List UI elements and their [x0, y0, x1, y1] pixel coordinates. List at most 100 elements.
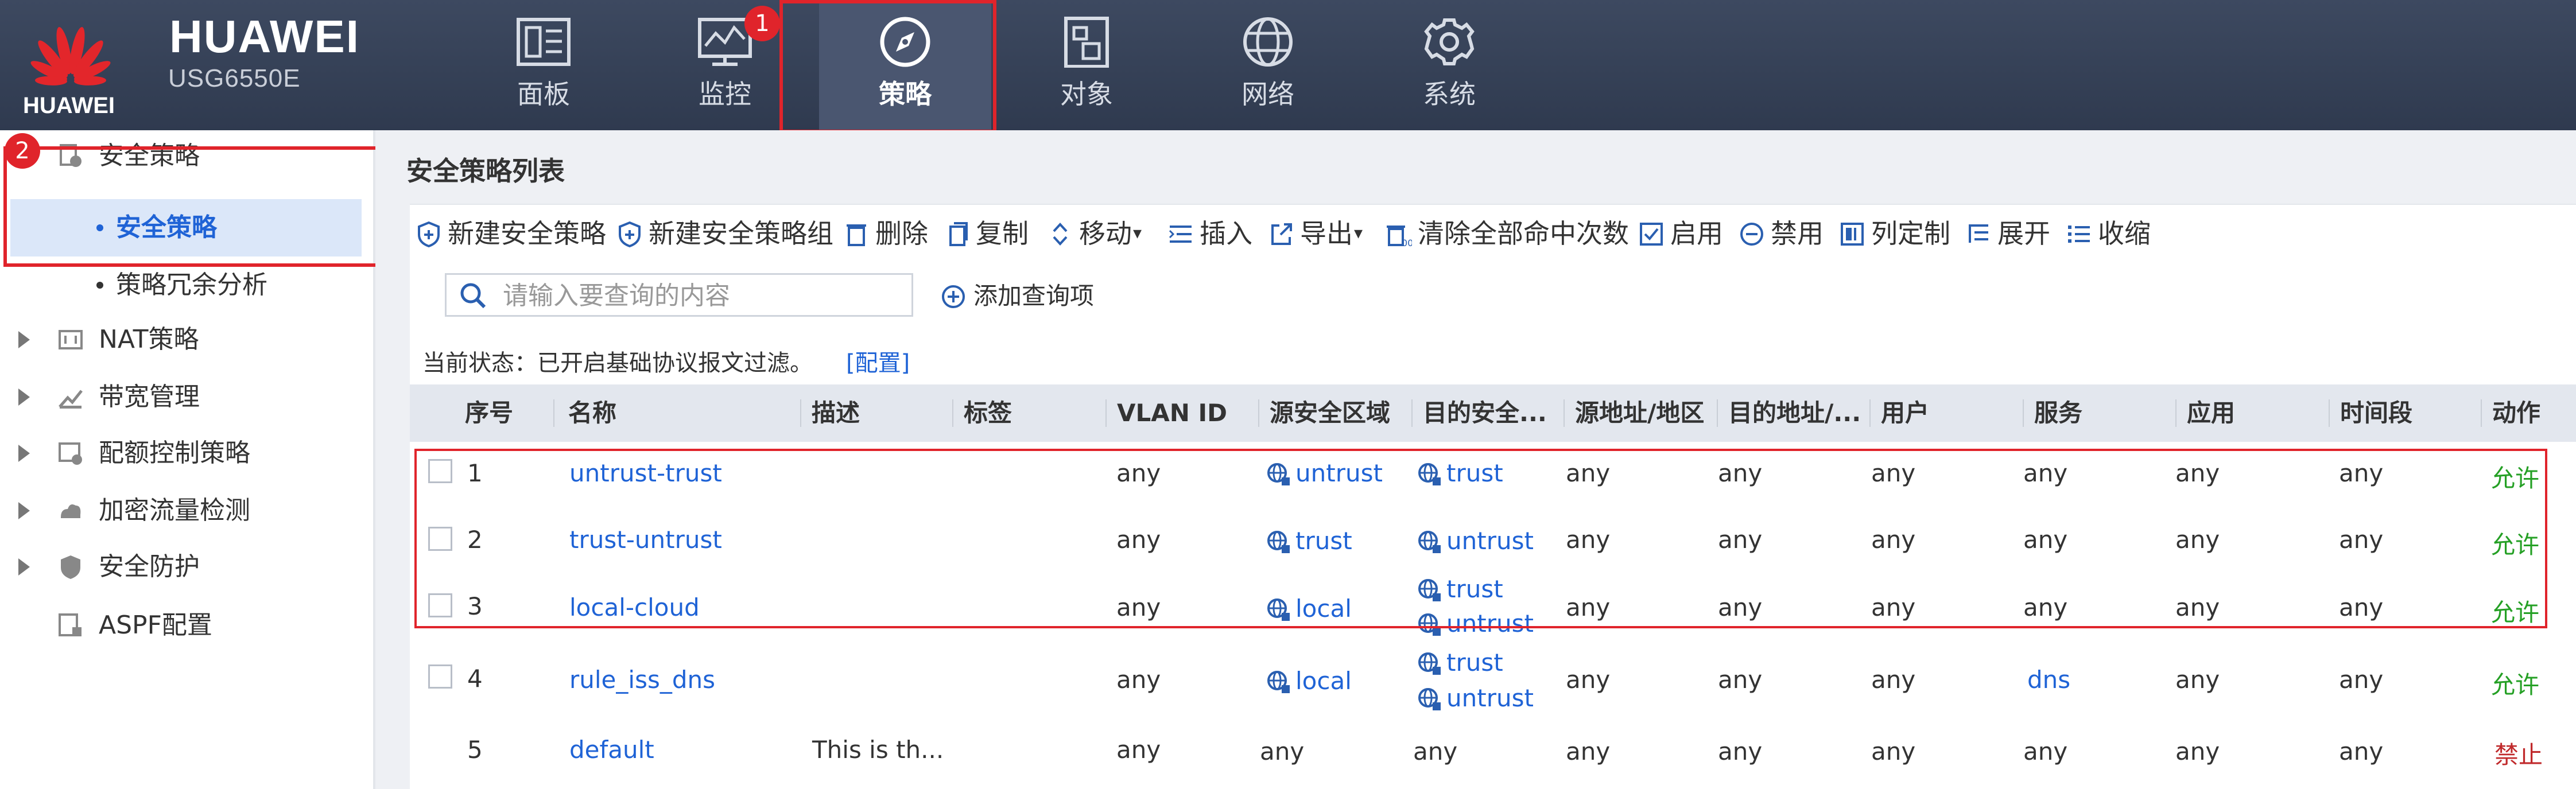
column-divider [1869, 399, 1871, 427]
encrypted-traffic-icon [61, 504, 81, 518]
column-divider [1564, 399, 1565, 427]
export-icon [1271, 223, 1292, 245]
logo-text: HUAWEI [23, 93, 115, 118]
device-model: USG6550E [168, 64, 301, 92]
zone-label: trust [1446, 648, 1503, 677]
column-divider [1717, 399, 1718, 427]
search-icon [460, 283, 486, 309]
policy-name-link[interactable]: default [569, 736, 654, 764]
shield-plus-icon [619, 221, 641, 247]
columns-icon [1841, 223, 1864, 246]
new-group-label: 新建安全策略组 [649, 218, 833, 249]
column-header[interactable]: 名称 [568, 384, 616, 442]
nav-label: 系统 [1423, 79, 1476, 110]
insert-icon [1169, 226, 1192, 243]
column-header[interactable]: 描述 [812, 384, 860, 442]
row-number: 5 [467, 736, 483, 764]
user-cell: any [1871, 737, 1916, 765]
table-row[interactable] [410, 719, 2576, 789]
column-divider [2481, 399, 2482, 427]
brand-name: HUAWEI [169, 11, 360, 62]
zone-icon [1418, 688, 1441, 710]
page-title: 安全策略列表 [406, 156, 565, 186]
sidebar-highlight-box [3, 146, 379, 267]
app-cell: any [2175, 737, 2220, 765]
gear-icon [1424, 18, 1475, 65]
column-header[interactable]: VLAN ID [1117, 384, 1227, 442]
expand-arrow-icon [18, 388, 30, 406]
service-cell[interactable]: dns [2027, 666, 2070, 694]
sidebar-item-nat[interactable]: NAT策略 [0, 314, 373, 366]
column-header[interactable]: 时间段 [2340, 384, 2412, 442]
policy-name-link[interactable]: rule_iss_dns [569, 666, 715, 694]
aspf-icon [59, 613, 82, 636]
bandwidth-icon [59, 390, 83, 409]
minus-circle-icon [1740, 223, 1763, 246]
policy-nav-highlight-box [779, 0, 996, 133]
export-label: 导出 [1300, 218, 1353, 249]
sidebar-item-label: ASPF配置 [99, 611, 212, 640]
column-header[interactable]: 源地址/地区 [1575, 384, 1704, 442]
object-icon [1064, 17, 1109, 68]
insert-label: 插入 [1200, 218, 1252, 249]
column-divider [1258, 399, 1259, 427]
plus-circle-icon [942, 285, 965, 308]
row-number: 4 [467, 664, 483, 693]
nat-icon [59, 330, 83, 349]
search-input[interactable] [502, 278, 906, 313]
app-cell: any [2175, 666, 2220, 694]
quota-icon [59, 442, 82, 465]
column-divider [1411, 399, 1413, 427]
zone-label: untrust [1446, 684, 1534, 712]
nav-label: 面板 [517, 79, 570, 110]
search-box[interactable] [445, 273, 913, 317]
column-header[interactable]: 目的安全... [1423, 384, 1555, 442]
column-header[interactable]: 序号 [465, 384, 513, 442]
column-header[interactable]: 应用 [2187, 384, 2235, 442]
disable-label: 禁用 [1771, 218, 1824, 249]
vlan-cell: any [1116, 736, 1161, 764]
dst-addr-cell: any [1718, 666, 1763, 694]
sidebar-item-label: NAT策略 [99, 325, 199, 354]
expand-arrow-icon [18, 331, 30, 348]
sidebar-item-aspf[interactable]: ASPF配置 [0, 600, 373, 651]
column-header[interactable]: 标签 [964, 384, 1012, 442]
nav-object[interactable]: 对象 [1000, 0, 1173, 130]
description-cell: This is th... [812, 736, 944, 764]
config-link[interactable]: [配置] [846, 344, 910, 378]
sidebar-item-security-protection[interactable]: 安全防护 [0, 541, 373, 593]
svg-text:00: 00 [1402, 238, 1412, 247]
column-header[interactable]: 动作 [2492, 384, 2540, 442]
src-addr-cell: any [1566, 666, 1611, 694]
zone-icon [1267, 671, 1290, 693]
dashboard-icon [517, 18, 571, 66]
column-header[interactable]: 源安全区域 [1270, 384, 1390, 442]
column-header[interactable]: 目的地址/... [1728, 384, 1869, 442]
dst-zone-cell: any [1413, 737, 1458, 765]
column-header[interactable]: 服务 [2034, 384, 2082, 442]
collapse-label: 收缩 [2098, 218, 2151, 249]
customize-columns-label: 列定制 [1871, 218, 1950, 249]
globe-icon [1243, 17, 1293, 67]
bullet [96, 282, 103, 289]
nav-system[interactable]: 系统 [1363, 0, 1535, 130]
sidebar-item-bandwidth[interactable]: 带宽管理 [0, 371, 373, 423]
column-divider [952, 399, 953, 427]
nav-network[interactable]: 网络 [1182, 0, 1354, 130]
time-cell: any [2339, 666, 2384, 694]
new-policy-label: 新建安全策略 [448, 218, 606, 249]
sidebar-item-encrypted-traffic[interactable]: 加密流量检测 [0, 485, 373, 537]
shield-icon [61, 555, 80, 579]
toolbar: 新建安全策略 新建安全策略组 删除 复制 移动 ▾ 插入 导出 ▾ 00 清除全… [410, 204, 2576, 262]
user-cell: any [1871, 666, 1916, 694]
nav-dashboard[interactable]: 面板 [457, 0, 630, 130]
trash-icon [847, 224, 866, 246]
column-divider [2023, 399, 2024, 427]
row-checkbox[interactable] [428, 664, 452, 689]
copy-icon [949, 222, 968, 246]
checkbox-checked-icon [1640, 223, 1663, 246]
column-header[interactable]: 用户 [1881, 384, 1929, 442]
add-query-label: 添加查询项 [973, 282, 1095, 310]
vlan-cell: any [1116, 666, 1161, 694]
sidebar-item-quota[interactable]: 配额控制策略 [0, 427, 373, 479]
